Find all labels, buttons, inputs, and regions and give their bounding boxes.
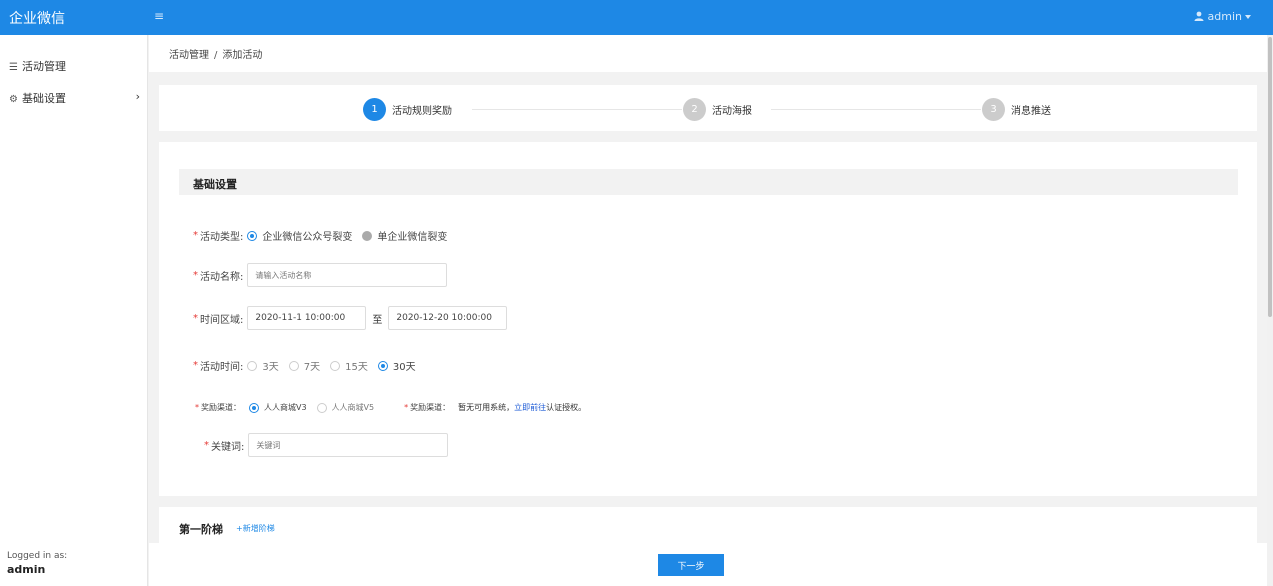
main-content: 活动管理 / 添加活动 1 活动规则奖励 2 活动海报 3 消息推送 基础设置 * … (149, 35, 1267, 586)
reward-channel-note-text: 暂无可用系统， (458, 403, 515, 412)
first-ladder-section: 第一阶梯 +新增阶梯 (159, 507, 1257, 543)
reward-channel-note-label: 奖励渠道： (410, 403, 451, 412)
page-scrollbar[interactable] (1267, 35, 1273, 586)
activity-name-input[interactable]: 请输入活动名称 (247, 263, 448, 287)
chevron-right-icon: › (135, 90, 140, 103)
user-menu[interactable]: admin (1194, 10, 1251, 23)
section-title: 基础设置 (179, 169, 1238, 195)
keyword-input[interactable]: 关键词 (248, 433, 449, 457)
add-ladder-link[interactable]: +新增阶梯 (236, 523, 275, 534)
sidebar-item-label: 活动管理 (21, 60, 66, 73)
radio-renren-v3[interactable]: 人人商城V3 (249, 402, 307, 413)
radio-7-days[interactable]: 7天 (288, 358, 321, 373)
step-label: 活动规则奖励 (392, 105, 452, 117)
logged-in-info: Logged in as: admin (7, 551, 67, 576)
menu-toggle-icon[interactable]: ≡ (154, 9, 164, 23)
step-3[interactable]: 3 消息推送 (982, 97, 1051, 121)
breadcrumb-separator: / (214, 50, 218, 61)
step-2[interactable]: 2 活动海报 (683, 97, 752, 121)
app-brand[interactable]: 企业微信 (9, 8, 65, 28)
basic-settings-card: 基础设置 * 活动类型: 企业微信公众号裂变 单企业微信裂变 * 活动名称: 请… (159, 142, 1257, 496)
reward-channel-row: * 奖励渠道： 人人商城V3 人人商城V5 * 奖励渠道： 暂无可用系统， 立即前… (195, 402, 586, 413)
required-mark: * (193, 269, 198, 281)
radio-30-days[interactable]: 30天 (377, 358, 416, 373)
required-mark: * (204, 439, 209, 451)
step-number: 3 (982, 97, 1005, 121)
radio-dot (247, 230, 258, 241)
radio-dot (288, 360, 299, 371)
gears-icon: ⚙ (9, 94, 18, 105)
radio-dot (316, 402, 327, 413)
ladder-title: 第一阶梯 (179, 523, 223, 536)
radio-dot (247, 360, 258, 371)
radio-label: 人人商城V5 (331, 403, 375, 412)
reward-channel-label: 奖励渠道： (201, 403, 241, 412)
next-step-button[interactable]: 下一步 (658, 554, 724, 576)
radio-wechat-official-account[interactable]: 企业微信公众号裂变 (247, 228, 352, 243)
sidebar-item-basic-settings[interactable]: ⚙ 基础设置 › (9, 90, 140, 106)
activity-name-row: * 活动名称: 请输入活动名称 (193, 263, 448, 287)
user-name: admin (1207, 10, 1242, 23)
required-mark: * (193, 360, 198, 371)
radio-15-days[interactable]: 15天 (330, 358, 368, 373)
radio-label: 15天 (345, 362, 368, 373)
step-label: 活动海报 (712, 105, 752, 117)
activity-name-label: 活动名称: (200, 271, 244, 283)
required-mark: * (193, 230, 198, 241)
activity-duration-label: 活动时间: (200, 362, 244, 373)
sidebar: ☰ 活动管理 ⚙ 基础设置 › Logged in as: admin (0, 35, 148, 586)
time-range-row: * 时间区域: 2020-11-1 10:00:00 至 2020-12-20 … (193, 306, 508, 330)
user-icon (1194, 10, 1208, 23)
radio-label: 3天 (262, 362, 279, 373)
radio-3-days[interactable]: 3天 (247, 358, 279, 373)
activity-type-row: * 活动类型: 企业微信公众号裂变 单企业微信裂变 (193, 228, 457, 243)
sidebar-item-activity-management[interactable]: ☰ 活动管理 (9, 58, 140, 74)
keyword-row: * 关键词: 关键词 (204, 433, 449, 457)
keyword-label: 关键词: (211, 441, 245, 453)
radio-dot (362, 230, 373, 241)
list-icon: ☰ (9, 62, 18, 73)
radio-label: 30天 (392, 362, 416, 373)
scrollbar-thumb[interactable] (1268, 37, 1272, 317)
radio-dot (377, 360, 388, 371)
step-number: 1 (363, 97, 386, 121)
top-navbar: 企业微信 ≡ admin (0, 0, 1273, 35)
activity-duration-row: * 活动时间: 3天 7天 15天 30天 (193, 358, 426, 373)
radio-single-wechat[interactable]: 单企业微信裂变 (362, 228, 447, 243)
breadcrumb: 活动管理 / 添加活动 (149, 35, 1267, 72)
required-mark: * (404, 403, 409, 412)
radio-dot (249, 402, 259, 413)
radio-label: 企业微信公众号裂变 (262, 232, 353, 243)
breadcrumb-item[interactable]: 活动管理 (169, 50, 209, 61)
step-number: 2 (683, 97, 706, 121)
required-mark: * (195, 403, 199, 412)
footer-bar: 下一步 (149, 543, 1267, 586)
to-label: 至 (372, 314, 383, 326)
radio-renren-v5[interactable]: 人人商城V5 (316, 402, 375, 413)
breadcrumb-item-current: 添加活动 (222, 50, 263, 61)
caret-down-icon (1245, 15, 1251, 19)
activity-type-label: 活动类型: (200, 232, 244, 243)
sidebar-item-label: 基础设置 (21, 92, 66, 105)
logged-in-label: Logged in as: (7, 551, 68, 561)
step-label: 消息推送 (1011, 105, 1051, 117)
step-1[interactable]: 1 活动规则奖励 (363, 97, 452, 121)
step-indicator: 1 活动规则奖励 2 活动海报 3 消息推送 (159, 85, 1257, 131)
step-connector (771, 109, 981, 110)
end-time-input[interactable]: 2020-12-20 10:00:00 (388, 306, 508, 330)
radio-dot (330, 360, 341, 371)
go-authorize-link[interactable]: 立即前往 (514, 402, 546, 413)
radio-label: 单企业微信裂变 (377, 232, 448, 243)
time-range-label: 时间区域: (200, 314, 244, 326)
logged-in-user: admin (7, 563, 46, 576)
step-connector (472, 109, 682, 110)
required-mark: * (193, 312, 198, 324)
radio-label: 7天 (303, 362, 321, 373)
radio-label: 人人商城V3 (264, 403, 307, 412)
reward-channel-note-suffix: 认证授权。 (546, 403, 587, 412)
start-time-input[interactable]: 2020-11-1 10:00:00 (247, 306, 367, 330)
